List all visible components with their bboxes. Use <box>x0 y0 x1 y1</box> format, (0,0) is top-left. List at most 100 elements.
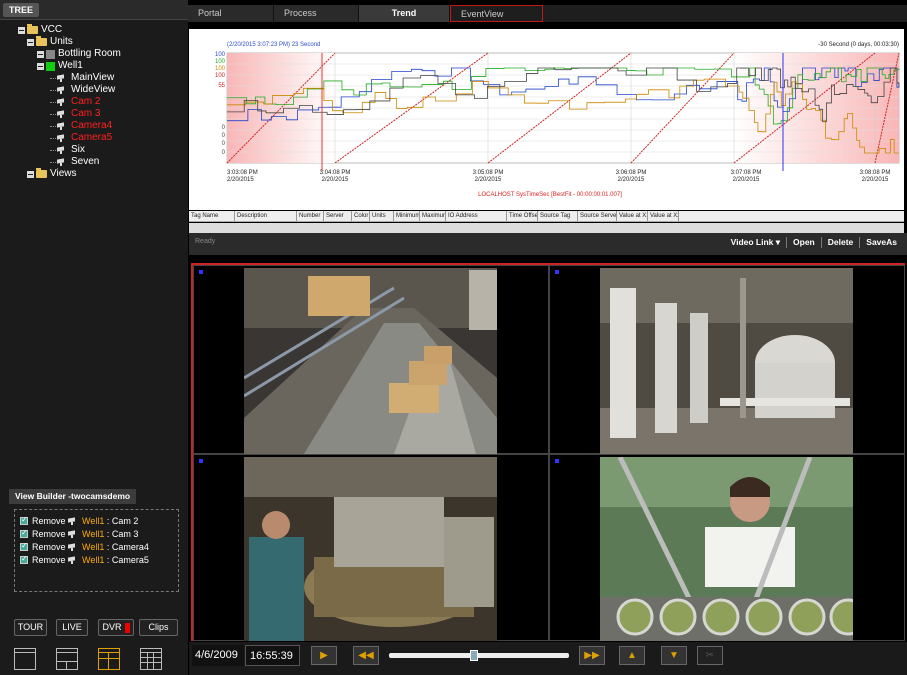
col-value-x1[interactable]: Value at X1 <box>617 211 648 221</box>
col-source-tag[interactable]: Source Tag <box>538 211 578 221</box>
tab-eventview[interactable]: EventView <box>450 5 543 22</box>
triangle-up-icon: ▲ <box>627 650 637 661</box>
trend-footer: LOCALHOST SysTimeSec [BestFit - 00:00:00… <box>478 192 622 198</box>
tab-view-builder[interactable]: View Builder -twocamsdemo <box>9 489 137 504</box>
fast-forward-button[interactable]: ▶▶ <box>579 646 605 665</box>
rewind-button[interactable]: ◀◀ <box>353 646 379 665</box>
y-tick-label: 100 <box>215 73 226 79</box>
layout-3x3-icon[interactable] <box>140 648 162 670</box>
col-server[interactable]: Server <box>324 211 352 221</box>
playback-time[interactable]: 16:55:39 <box>245 645 300 666</box>
tab-portal[interactable]: Portal <box>188 5 274 22</box>
tree-node-well1[interactable]: Well1 <box>37 60 83 72</box>
col-tag-name[interactable]: Tag Name <box>189 211 235 221</box>
col-time-offset[interactable]: Time Offset <box>507 211 538 221</box>
cell-indicator-icon <box>555 270 559 274</box>
tree-node-seven[interactable]: Seven <box>50 156 99 168</box>
tab-tree[interactable]: TREE <box>3 3 40 17</box>
checkbox[interactable] <box>20 541 28 551</box>
view-builder-item[interactable]: Remove Well1 : Camera5 <box>20 554 149 566</box>
camera-icon <box>57 74 68 82</box>
x-tick-time: 3:04:08 PM <box>320 170 351 176</box>
timeline-slider[interactable] <box>389 650 569 661</box>
video-grid <box>191 263 905 641</box>
video-feed-bottling <box>244 457 497 641</box>
tree-node-cam2[interactable]: Cam 2 <box>50 96 100 108</box>
tab-trend[interactable]: Trend <box>359 5 450 22</box>
col-source-server[interactable]: Source Server <box>578 211 617 221</box>
tree-node-wideview[interactable]: WideView <box>50 84 115 96</box>
tree-node-cam3[interactable]: Cam 3 <box>50 108 100 120</box>
tree-node-bottling-room[interactable]: Bottling Room <box>37 48 121 60</box>
triangle-down-icon: ▼ <box>669 650 679 661</box>
checkbox[interactable] <box>20 554 28 564</box>
col-value-x2[interactable]: Value at X2 <box>648 211 679 221</box>
col-maximum[interactable]: Maximum <box>420 211 446 221</box>
tree-label: WideView <box>71 84 116 95</box>
col-units[interactable]: Units <box>370 211 394 221</box>
view-builder-item[interactable]: Remove Well1 : Cam 2 <box>20 515 138 527</box>
col-io-address[interactable]: IO Address <box>446 211 507 221</box>
tree-label: Cam 2 <box>71 96 101 107</box>
view-builder-item[interactable]: Remove Well1 : Camera4 <box>20 541 149 553</box>
col-minimum[interactable]: Minimum <box>394 211 420 221</box>
slider-handle[interactable] <box>469 650 478 661</box>
tree-node-mainview[interactable]: MainView <box>50 72 114 84</box>
collapse-icon[interactable] <box>37 62 44 70</box>
delete-button[interactable]: Delete <box>822 237 861 248</box>
col-description[interactable]: Description <box>235 211 297 221</box>
tree-node-units[interactable]: Units <box>27 36 73 48</box>
tag-table-header: Tag Name Description Number Server Color… <box>189 211 904 222</box>
clips-button[interactable]: Clips <box>139 619 178 636</box>
tree-label: Units <box>50 36 73 47</box>
checkbox[interactable] <box>20 515 28 525</box>
tab-process[interactable]: Process <box>274 5 359 22</box>
playback-date[interactable]: 4/6/2009 <box>192 645 244 666</box>
video-link-menu[interactable]: Video Link ▾ <box>725 237 788 248</box>
video-cell-3[interactable] <box>193 454 549 641</box>
tree-node-vcc[interactable]: VCC <box>18 24 62 36</box>
video-cell-2[interactable] <box>549 265 905 454</box>
scissors-icon: ✂ <box>705 650 715 661</box>
expand-icon[interactable] <box>37 50 44 58</box>
open-button[interactable]: Open <box>787 237 822 248</box>
step-down-button[interactable]: ▼ <box>661 646 687 665</box>
checkbox[interactable] <box>20 528 28 538</box>
collapse-icon[interactable] <box>18 26 25 34</box>
saveas-button[interactable]: SaveAs <box>860 237 903 248</box>
tree-node-six[interactable]: Six <box>50 144 85 156</box>
camera-label: Cam 3 <box>111 529 139 539</box>
left-panel: TREE VCC Units Bottling Room Well1 MainV… <box>0 0 188 675</box>
tree-node-camera4[interactable]: Camera4 <box>50 120 112 132</box>
layout-1x1-icon[interactable] <box>14 648 36 670</box>
trend-chart[interactable]: 100 100 100 100 55 0 0 0 0 (2/20/2015 3:07:23 PM… <box>189 29 904 210</box>
camera-icon <box>68 530 79 538</box>
view-builder-item[interactable]: Remove Well1 : Cam 3 <box>20 528 138 540</box>
dvr-button[interactable]: DVR <box>98 619 134 636</box>
tour-button[interactable]: TOUR <box>14 619 47 636</box>
video-feed-tanks <box>600 268 853 454</box>
tree-label: MainView <box>71 72 115 83</box>
step-up-button[interactable]: ▲ <box>619 646 645 665</box>
remove-label: Remove <box>32 516 66 526</box>
tree-label: Well1 <box>58 60 83 71</box>
tree-node-camera5[interactable]: Camera5 <box>50 132 112 144</box>
collapse-icon[interactable] <box>27 38 34 46</box>
layout-2x2-icon[interactable] <box>98 648 120 670</box>
layout-1plus2-icon[interactable] <box>56 648 78 670</box>
tree-node-views[interactable]: Views <box>27 168 77 180</box>
play-button[interactable]: ▶ <box>311 646 337 665</box>
trend-header-left: (2/20/2015 3:07:23 PM) 23 Second <box>227 42 320 48</box>
col-number[interactable]: Number <box>297 211 324 221</box>
video-cell-1[interactable] <box>193 265 549 454</box>
camera-icon <box>68 543 79 551</box>
unit-label: Well1 <box>82 529 105 539</box>
video-cell-4[interactable] <box>549 454 905 641</box>
live-button[interactable]: LIVE <box>56 619 88 636</box>
col-color[interactable]: Color <box>352 211 370 221</box>
remove-label: Remove <box>32 529 66 539</box>
expand-icon[interactable] <box>27 170 34 178</box>
cut-clip-button[interactable]: ✂ <box>697 646 723 665</box>
tree-label: Camera4 <box>71 120 113 131</box>
x-tick-time: 3:06:08 PM <box>616 170 647 176</box>
